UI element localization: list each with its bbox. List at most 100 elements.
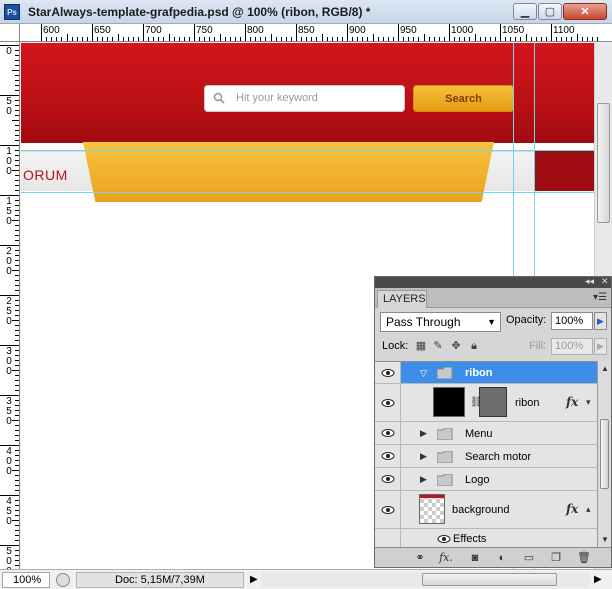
lock-transparency-icon[interactable]: ▦ [415, 340, 427, 352]
ruler-minor-tick [66, 34, 68, 41]
close-panel-icon[interactable]: ✕ [601, 276, 609, 287]
ruler-minor-tick [392, 37, 394, 41]
lock-all-icon[interactable]: 🔒︎ [468, 340, 480, 352]
layer-list: ▽ ribon ⛓ ribon fx ▾ ▶ Menu ▶ Search mot… [375, 361, 597, 547]
fill-slider-button[interactable]: ▶ [594, 338, 607, 355]
fx-icon[interactable]: fx. [439, 552, 453, 564]
ruler-minor-tick [15, 255, 19, 256]
maximize-button[interactable]: ▢ [538, 3, 562, 20]
scroll-thumb[interactable] [597, 103, 610, 223]
ruler-minor-tick [15, 550, 19, 551]
ruler-minor-tick [15, 460, 19, 461]
status-menu-icon[interactable] [56, 573, 70, 587]
ruler-label: 750 [196, 25, 213, 36]
eye-icon[interactable] [381, 474, 395, 484]
opacity-field[interactable]: 100% [551, 312, 593, 330]
ruler-minor-tick [46, 37, 48, 41]
ruler-minor-tick [15, 275, 19, 276]
ruler-minor-tick [15, 90, 19, 91]
link-layers-icon[interactable]: ⚭ [413, 552, 427, 564]
tab-layers[interactable]: LAYERS [377, 290, 427, 308]
scroll-left-arrow-icon[interactable]: ▶ [250, 574, 258, 585]
eye-icon[interactable] [381, 505, 395, 515]
ruler-minor-tick [15, 340, 19, 341]
ruler-label: 3 0 0 [6, 346, 12, 377]
lock-position-icon[interactable]: ✥ [450, 340, 462, 352]
ruler-minor-tick [15, 185, 19, 186]
minimize-button[interactable]: ▁ [513, 3, 537, 20]
ruler-minor-tick [357, 37, 359, 41]
zoom-field[interactable]: 100% [2, 572, 50, 588]
expand-arrow-icon[interactable]: ▶ [420, 451, 427, 462]
layer-row-effects[interactable]: Effects [375, 529, 597, 547]
horizontal-ruler[interactable]: 600 650 700 750 800 850 900 950 1000 1050 1100 [20, 24, 612, 42]
ruler-minor-tick [15, 555, 19, 556]
layer-name: background [452, 504, 510, 516]
ruler-minor-tick [15, 110, 19, 111]
ruler-minor-tick [15, 500, 19, 501]
collapse-effects-icon[interactable]: ▴ [586, 504, 591, 515]
eye-icon[interactable] [381, 428, 395, 438]
new-layer-icon[interactable]: ❐ [549, 552, 563, 564]
vertical-ruler[interactable]: 0 5 0 1 0 0 1 5 0 2 0 0 2 5 0 3 0 0 3 5 0 4 0 0 4… [0, 42, 20, 570]
guide-horizontal [21, 192, 594, 193]
eye-icon[interactable] [381, 368, 395, 378]
ruler-minor-tick [489, 37, 491, 41]
layers-scrollbar[interactable]: ▲ ▼ [597, 361, 611, 547]
ruler-minor-tick [545, 37, 547, 41]
scroll-down-icon[interactable]: ▼ [601, 535, 609, 544]
search-button[interactable]: Search [413, 85, 514, 112]
document-size-info[interactable]: Doc: 5,15M/7,39M [76, 572, 244, 588]
collapse-icon[interactable]: ◂◂ [585, 276, 594, 287]
layer-row-search-motor[interactable]: ▶ Search motor [375, 445, 597, 468]
scroll-thumb[interactable] [422, 573, 557, 586]
adjustment-layer-icon[interactable]: ◐ [495, 552, 509, 564]
fx-icon[interactable]: fx [566, 502, 578, 516]
ruler-minor-tick [15, 350, 19, 351]
layer-row-ribon[interactable]: ⛓ ribon fx ▾ [375, 384, 597, 422]
fill-field[interactable]: 100% [551, 338, 593, 355]
expand-arrow-icon[interactable]: ▶ [420, 428, 427, 439]
ruler-minor-tick [12, 420, 19, 421]
ruler-label: 4 0 0 [6, 446, 12, 477]
trash-icon[interactable]: 🗑︎ [577, 552, 591, 564]
fx-icon[interactable]: fx [566, 395, 578, 409]
ruler-label: 2 5 0 [6, 296, 12, 327]
ruler-major-tick [296, 24, 297, 41]
new-group-icon[interactable]: ▭ [522, 552, 536, 564]
scroll-right-arrow-icon[interactable]: ▶ [594, 574, 602, 585]
search-input[interactable]: Hit your keyword [204, 85, 405, 112]
ruler-minor-tick [15, 190, 19, 191]
ruler-minor-tick [367, 37, 369, 41]
panel-menu-icon[interactable]: ▾☰ [593, 292, 607, 303]
ruler-minor-tick [12, 70, 19, 71]
layer-row-menu[interactable]: ▶ Menu [375, 422, 597, 445]
lock-pixels-icon[interactable]: ✎ [432, 340, 444, 352]
blend-mode-select[interactable]: Pass Through ▼ [380, 312, 501, 332]
ruler-minor-tick [15, 140, 19, 141]
eye-icon[interactable] [437, 534, 451, 544]
eye-icon[interactable] [381, 451, 395, 461]
layer-row-background[interactable]: background fx ▴ [375, 491, 597, 529]
collapse-arrow-icon[interactable]: ▽ [420, 368, 427, 379]
ruler-minor-tick [15, 50, 19, 51]
layer-mask-thumbnail[interactable] [479, 387, 507, 417]
ruler-label: 4 5 0 [6, 496, 12, 527]
ruler-minor-tick [15, 355, 19, 356]
layer-row-ribon-group[interactable]: ▽ ribon [375, 362, 597, 384]
close-button[interactable]: ✕ [563, 3, 607, 20]
ruler-label: 2 0 0 [6, 246, 12, 277]
scroll-up-icon[interactable]: ▲ [601, 364, 609, 373]
scroll-thumb[interactable] [600, 419, 609, 489]
canvas-horizontal-scrollbar[interactable] [262, 572, 590, 587]
expand-arrow-icon[interactable]: ▶ [420, 474, 427, 485]
add-mask-icon[interactable]: ◙ [468, 552, 482, 564]
ruler-corner[interactable] [0, 24, 20, 42]
ruler-label: 1000 [451, 25, 474, 36]
eye-icon[interactable] [381, 398, 395, 408]
ruler-minor-tick [377, 37, 379, 41]
layer-row-logo[interactable]: ▶ Logo [375, 468, 597, 491]
ruler-minor-tick [372, 34, 374, 41]
expand-effects-icon[interactable]: ▾ [586, 397, 591, 408]
opacity-slider-button[interactable]: ▶ [594, 312, 607, 330]
